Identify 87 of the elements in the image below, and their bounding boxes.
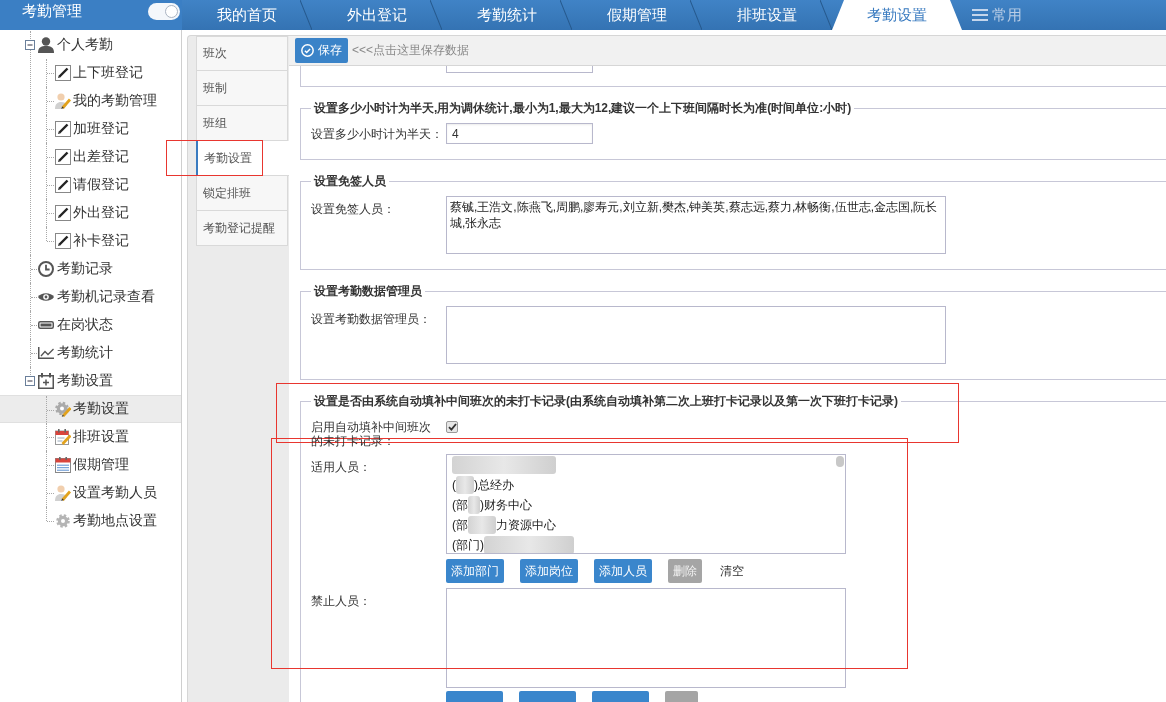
clock-icon <box>38 261 54 277</box>
action-button[interactable] <box>592 691 649 702</box>
list-option[interactable]: (部 <box>452 496 468 514</box>
nav-tab[interactable]: 考勤统计 <box>442 0 572 30</box>
check-circle-icon <box>301 44 314 57</box>
calendar-pencil-icon <box>55 429 71 445</box>
tree-item[interactable]: 我的考勤管理 <box>0 87 181 115</box>
side-tab[interactable]: 班制 <box>196 71 288 106</box>
side-tab[interactable]: 考勤登记提醒 <box>196 211 288 246</box>
text-area[interactable] <box>446 588 846 688</box>
app-title: 考勤管理 <box>22 2 82 21</box>
staff-list-field[interactable]: ( )总经办 (部 )财务中心 (部 力资源中心 (部门) <box>446 454 846 554</box>
pencil-note-icon <box>55 233 71 249</box>
nav-tab[interactable]: 排班设置 <box>702 0 832 30</box>
tree-item[interactable]: 加班登记 <box>0 115 181 143</box>
line-chart-icon <box>38 347 54 359</box>
tree-item[interactable]: 考勤地点设置 <box>0 507 181 535</box>
tree-item[interactable]: 在岗状态 <box>38 311 113 339</box>
list-option[interactable]: (部 <box>452 516 468 534</box>
field-label: 设置免签人员： <box>311 201 396 217</box>
menu-icon <box>972 9 988 21</box>
tree-item[interactable]: 设置考勤人员 <box>0 479 181 507</box>
field-label: 设置多少小时计为半天： <box>311 125 444 142</box>
side-tab[interactable]: 班组 <box>196 106 288 141</box>
user-pencil-icon <box>55 485 71 501</box>
tree-item[interactable]: 上下班登记 <box>0 59 181 87</box>
collapse-icon[interactable] <box>25 40 35 50</box>
calendar-icon <box>55 457 71 473</box>
group-title: 设置是否由系统自动填补中间班次的未打卡记录(由系统自动填补第二次上班打卡记录以及第一次下班打卡记录) <box>312 394 899 410</box>
tree-item[interactable]: 个人考勤 <box>38 31 113 59</box>
list-option[interactable]: )财务中心 <box>480 496 532 514</box>
scrollbar-thumb[interactable] <box>836 456 844 467</box>
text-area[interactable]: 蔡铖,王浩文,陈燕飞,周鹏,廖寿元,刘立新,樊杰,钟美英,蔡志远,蔡力,林畅衡,伍世志,金志国,阮长城,张永志 <box>446 196 946 254</box>
action-button[interactable]: 添加岗位 <box>520 559 578 583</box>
side-tab[interactable]: 班次 <box>196 36 288 71</box>
nav-tab[interactable]: 考勤设置 <box>832 0 962 30</box>
field-label: 适用人员： <box>311 459 372 475</box>
field-label: 设置考勤数据管理员： <box>311 311 432 327</box>
calendar-plus-icon <box>38 373 54 389</box>
user-pencil-icon <box>55 93 71 109</box>
field-label: 禁止人员： <box>311 593 372 609</box>
input-field[interactable]: 4 <box>446 123 593 144</box>
list-option[interactable]: )总经办 <box>474 476 514 494</box>
side-tab[interactable]: 锁定排班 <box>196 176 288 211</box>
side-tab[interactable]: 考勤设置 <box>196 141 289 176</box>
gear-icon <box>55 513 71 529</box>
tree-item[interactable]: 出差登记 <box>0 143 181 171</box>
nav-tab[interactable]: 假期管理 <box>572 0 702 30</box>
tree-item[interactable]: 考勤统计 <box>38 339 113 367</box>
tree-item[interactable]: 排班设置 <box>0 423 181 451</box>
nav-tab[interactable]: 我的首页 <box>182 0 312 30</box>
group-title: 设置多少小时计为半天,用为调休统计,最小为1,最大为12,建议一个上下班间隔时长为准(时间单位:小时) <box>312 100 853 117</box>
collapse-icon[interactable] <box>25 376 35 386</box>
tree-item[interactable]: 考勤设置 <box>0 395 181 423</box>
tree-item[interactable]: 考勤设置 <box>38 367 113 395</box>
action-button[interactable]: 添加部门 <box>446 559 504 583</box>
tree-item[interactable]: 请假登记 <box>0 171 181 199</box>
pencil-note-icon <box>55 177 71 193</box>
tree-item[interactable]: 假期管理 <box>0 451 181 479</box>
pencil-note-icon <box>55 65 71 81</box>
tree-item[interactable]: 补卡登记 <box>0 227 181 255</box>
save-button[interactable]: 保存 <box>295 38 348 63</box>
pencil-note-icon <box>55 121 71 137</box>
tree-item[interactable]: 外出登记 <box>0 199 181 227</box>
action-button[interactable] <box>519 691 576 702</box>
toggle-switch[interactable] <box>148 3 180 20</box>
person-icon <box>38 37 54 53</box>
battery-icon <box>38 321 54 329</box>
pencil-note-icon <box>55 205 71 221</box>
action-button[interactable] <box>446 691 503 702</box>
save-hint: <<<点击这里保存数据 <box>352 42 470 59</box>
pencil-note-icon <box>55 149 71 165</box>
checkbox[interactable] <box>446 421 458 433</box>
group-title: 设置免签人员 <box>312 173 387 190</box>
tree-item[interactable]: 考勤机记录查看 <box>38 283 155 311</box>
tree-item[interactable]: 考勤记录 <box>38 255 113 283</box>
text-area[interactable] <box>446 306 946 364</box>
input-field[interactable] <box>446 66 593 73</box>
action-button[interactable]: 添加人员 <box>594 559 652 583</box>
list-option[interactable]: (部门) <box>452 536 484 553</box>
list-option[interactable]: 力资源中心 <box>496 516 556 534</box>
text-button[interactable]: 清空 <box>718 562 746 580</box>
list-option[interactable]: ( <box>452 478 456 492</box>
nav-tab[interactable]: 外出登记 <box>312 0 442 30</box>
gear-pencil-icon <box>55 401 71 417</box>
eye-icon <box>38 292 54 302</box>
group-title: 设置考勤数据管理员 <box>312 283 423 300</box>
